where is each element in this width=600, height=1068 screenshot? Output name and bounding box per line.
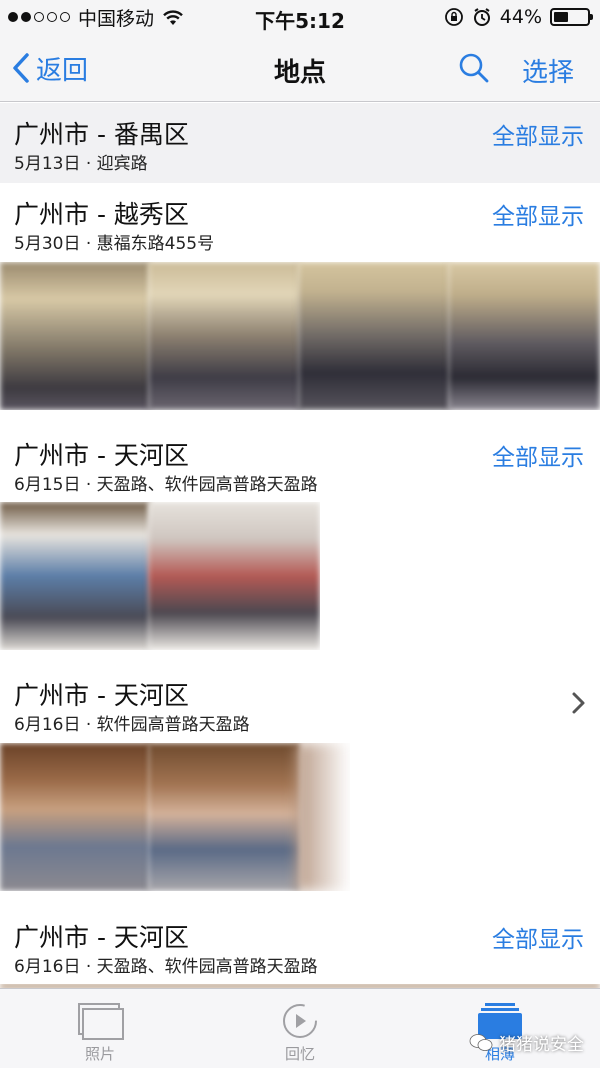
status-left: 中国移动 bbox=[8, 6, 184, 30]
tab-memories[interactable]: 回忆 bbox=[240, 995, 360, 1067]
location-title: 广州市 - 天河区 bbox=[14, 441, 189, 470]
photos-icon bbox=[78, 1003, 124, 1040]
photo-thumbnail[interactable] bbox=[448, 262, 600, 410]
location-title: 广州市 - 番禺区 bbox=[14, 120, 189, 149]
tab-label: 照片 bbox=[84, 1045, 115, 1063]
location-subtitle: 5月30日 · 惠福东路455号 bbox=[14, 234, 215, 254]
chevron-left-icon bbox=[13, 53, 29, 83]
photo-thumbnail[interactable] bbox=[148, 743, 300, 891]
alarm-icon bbox=[473, 8, 490, 26]
photo-thumbnail[interactable] bbox=[296, 743, 350, 891]
status-bar: 中国移动 下午5:12 44% bbox=[0, 0, 600, 34]
location-section-header: 广州市 - 天河区 6月16日 · 天盈路、软件园高普路天盈路 全部显示 bbox=[0, 906, 600, 986]
photo-thumbnail[interactable] bbox=[0, 743, 150, 891]
photo-thumbnail[interactable] bbox=[148, 262, 300, 410]
battery-icon bbox=[550, 8, 593, 26]
page-title: 地点 bbox=[273, 58, 326, 88]
search-icon[interactable] bbox=[456, 50, 492, 86]
location-section-header: 广州市 - 天河区 6月16日 · 软件园高普路天盈路 bbox=[0, 664, 600, 744]
back-label: 返回 bbox=[36, 55, 89, 86]
show-all-button[interactable]: 全部显示 bbox=[492, 117, 584, 151]
photo-strip bbox=[0, 502, 320, 650]
watermark: 猪猪说安全 bbox=[469, 1030, 584, 1055]
memories-icon bbox=[283, 1004, 317, 1038]
wechat-icon bbox=[469, 1033, 493, 1051]
location-subtitle: 5月13日 · 迎宾路 bbox=[14, 154, 148, 174]
location-section-header: 广州市 - 天河区 6月15日 · 天盈路、软件园高普路天盈路 全部显示 bbox=[0, 424, 600, 504]
photo-strip bbox=[0, 262, 600, 410]
location-title: 广州市 - 越秀区 bbox=[14, 200, 189, 229]
location-section-header: 广州市 - 越秀区 5月30日 · 惠福东路455号 全部显示 bbox=[0, 183, 600, 263]
photo-strip bbox=[0, 743, 350, 891]
wifi-icon bbox=[163, 10, 183, 25]
carrier-name: 中国移动 bbox=[78, 7, 155, 30]
photo-thumbnail[interactable] bbox=[0, 262, 150, 410]
status-right: 44% bbox=[444, 6, 593, 28]
location-section-header: 广州市 - 番禺区 5月13日 · 迎宾路 全部显示 bbox=[0, 103, 600, 183]
tab-label: 回忆 bbox=[284, 1045, 315, 1063]
show-all-button[interactable]: 全部显示 bbox=[492, 197, 584, 231]
location-subtitle: 6月16日 · 软件园高普路天盈路 bbox=[14, 715, 250, 735]
photo-thumbnail[interactable] bbox=[148, 502, 320, 650]
watermark-text: 猪猪说安全 bbox=[499, 1035, 584, 1055]
photo-thumbnail[interactable] bbox=[298, 262, 450, 410]
show-all-button[interactable]: 全部显示 bbox=[492, 920, 584, 954]
navigation-bar: 返回 地点 选择 bbox=[0, 34, 600, 102]
location-title: 广州市 - 天河区 bbox=[14, 923, 189, 952]
back-button[interactable]: 返回 bbox=[12, 48, 88, 88]
rotation-lock-icon bbox=[444, 8, 463, 26]
location-subtitle: 6月16日 · 天盈路、软件园高普路天盈路 bbox=[14, 957, 318, 977]
show-all-button[interactable]: 全部显示 bbox=[492, 438, 584, 472]
tab-bar: 照片 回忆 相薄 bbox=[0, 988, 600, 1068]
location-subtitle: 6月15日 · 天盈路、软件园高普路天盈路 bbox=[14, 475, 318, 495]
battery-percent: 44% bbox=[499, 6, 542, 28]
battery-fill bbox=[554, 12, 569, 22]
chevron-right-icon[interactable] bbox=[568, 690, 588, 716]
photo-thumbnail[interactable] bbox=[0, 502, 150, 650]
tab-photos[interactable]: 照片 bbox=[40, 995, 160, 1067]
signal-strength-icon bbox=[8, 12, 70, 22]
select-button[interactable]: 选择 bbox=[522, 52, 574, 89]
location-title: 广州市 - 天河区 bbox=[14, 681, 189, 710]
